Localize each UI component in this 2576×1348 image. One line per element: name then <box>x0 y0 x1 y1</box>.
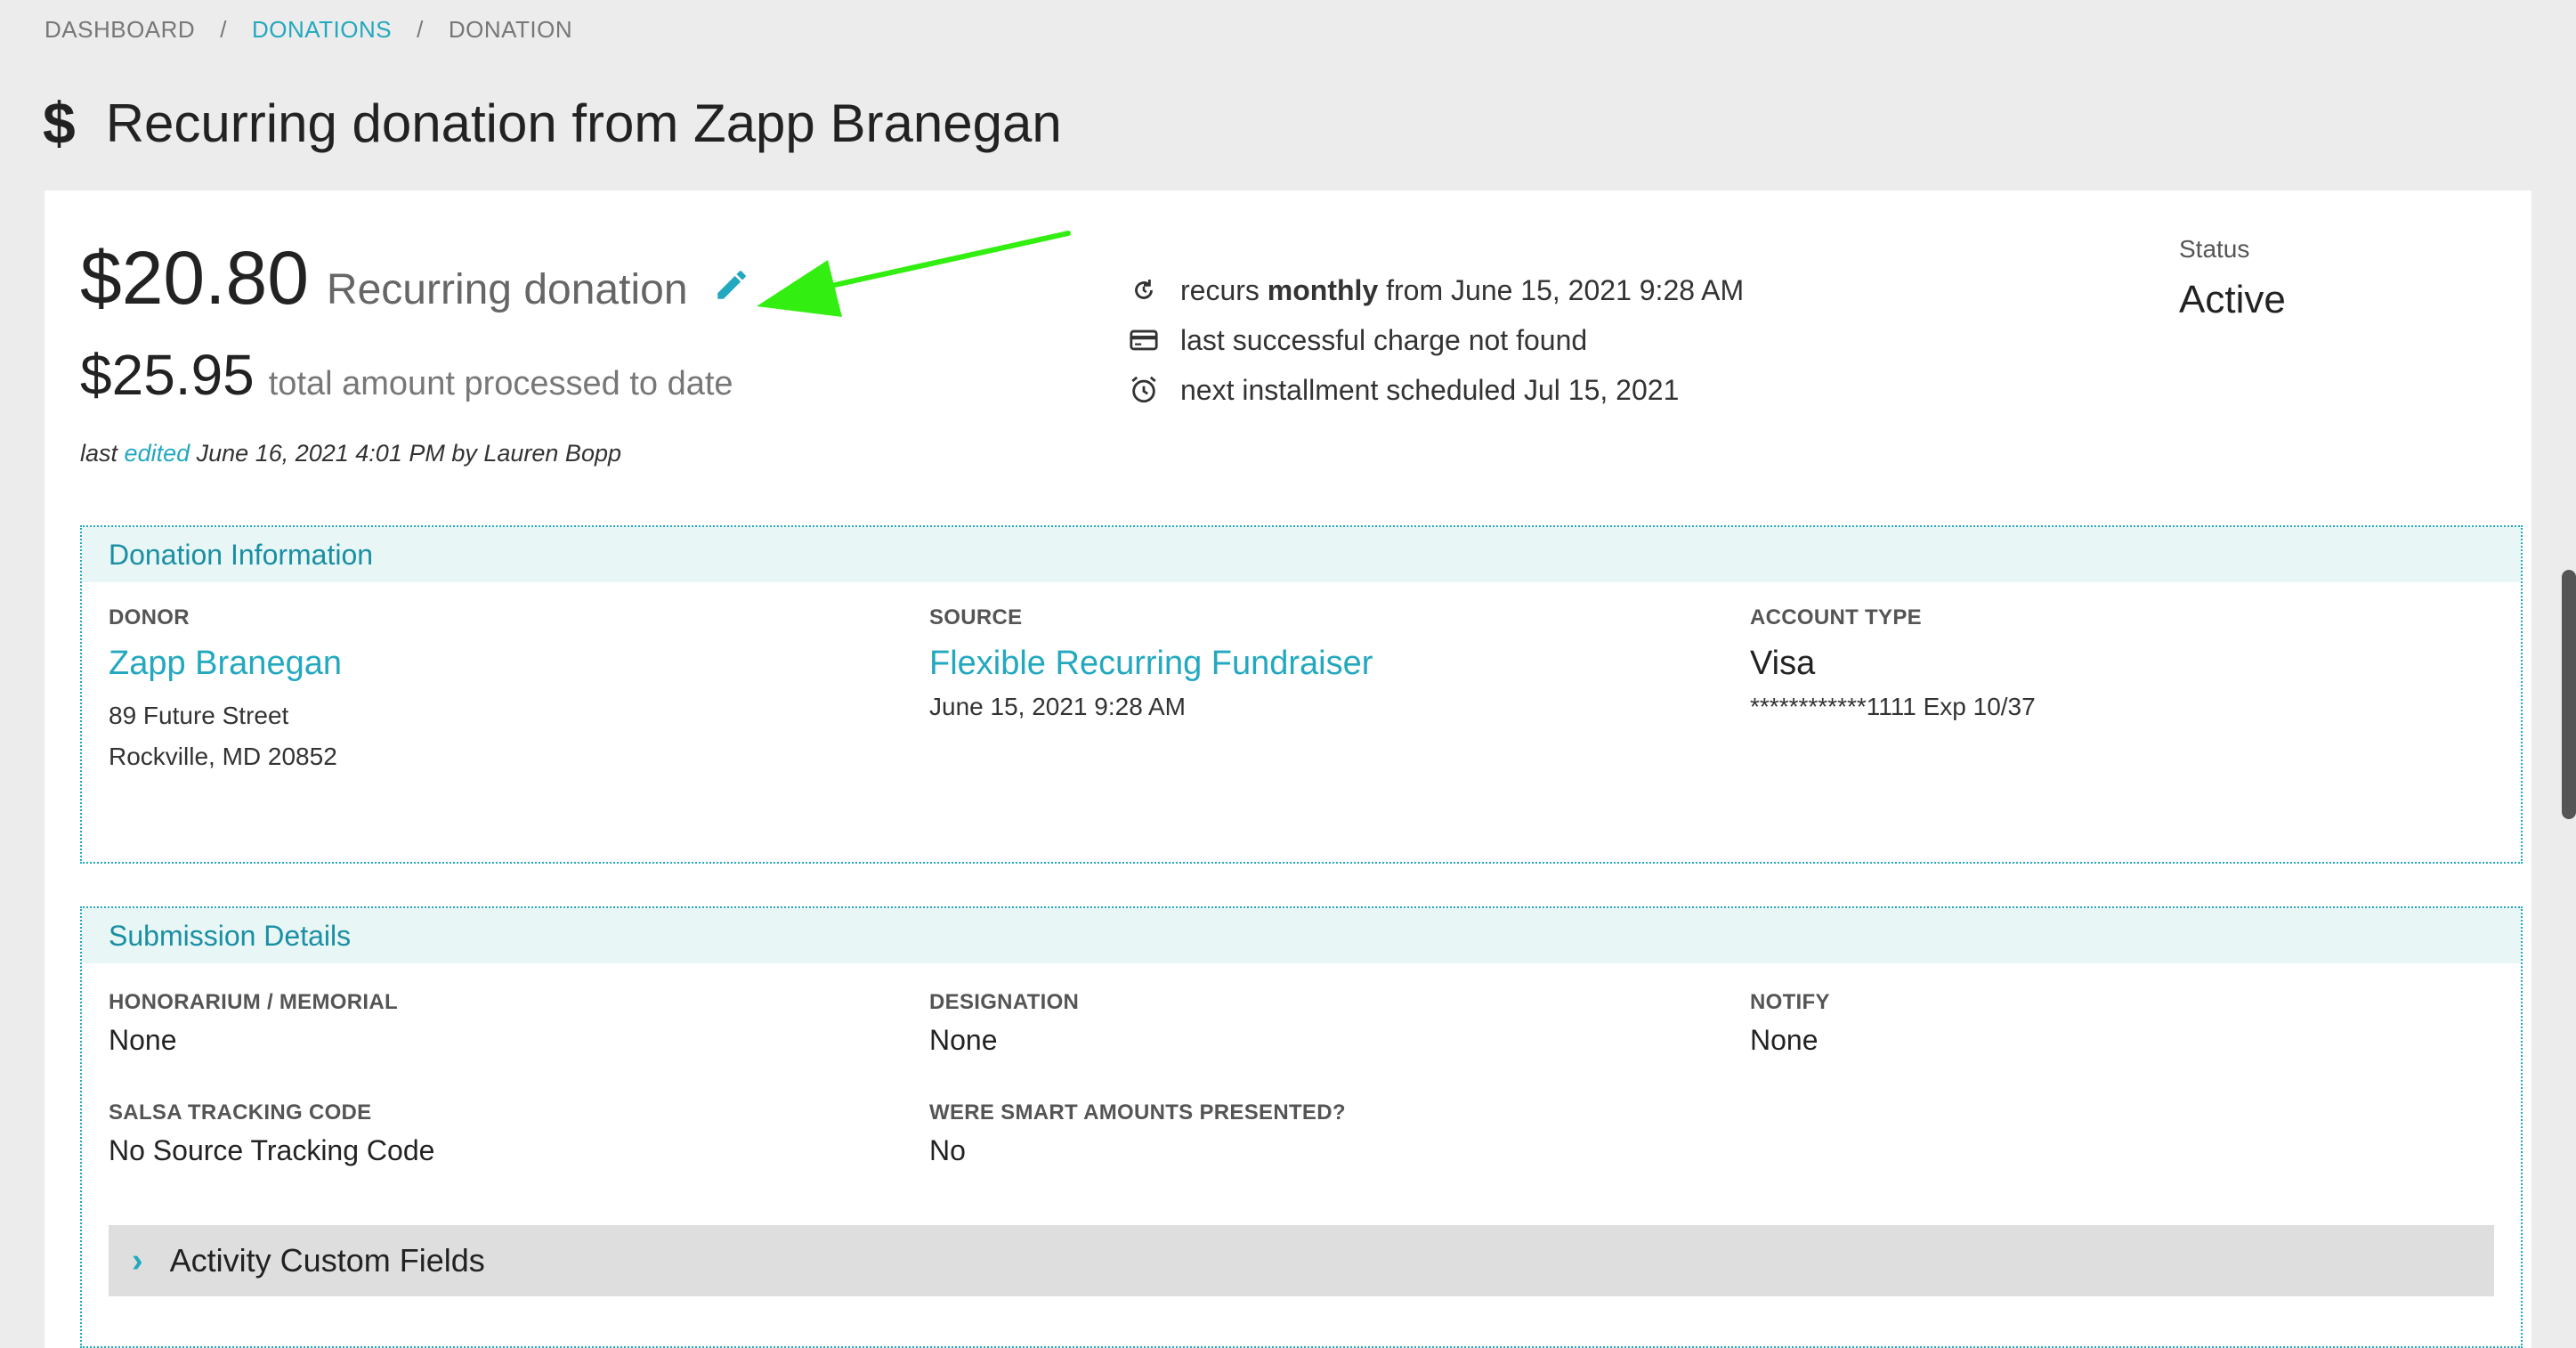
total-processed-amount: $25.95 <box>80 343 255 407</box>
designation-field: DESIGNATION None <box>929 990 1079 1057</box>
smart-amounts-field: WERE SMART AMOUNTS PRESENTED? No <box>929 1100 1346 1167</box>
honorarium-label: HONORARIUM / MEMORIAL <box>109 990 398 1014</box>
recurs-frequency: monthly <box>1267 273 1379 306</box>
alarm-clock-icon <box>1131 376 1156 403</box>
breadcrumb-dashboard[interactable]: DASHBOARD <box>45 16 195 43</box>
designation-label: DESIGNATION <box>929 990 1080 1014</box>
breadcrumb: DASHBOARD / DONATIONS / DONATION <box>45 16 572 44</box>
recurring-amount-row: $20.80 Recurring donation <box>80 235 750 321</box>
dollar-icon: $ <box>43 90 76 156</box>
notify-value: None <box>1750 1024 1819 1056</box>
donation-card: $20.80 Recurring donation $25.95 total a… <box>45 191 2531 1348</box>
chevron-right-icon: › <box>132 1241 143 1279</box>
tracking-code-field: SALSA TRACKING CODE No Source Tracking C… <box>109 1100 434 1167</box>
recurring-amount: $20.80 <box>80 236 309 320</box>
donor-field: DONOR Zapp Branegan 89 Future Street Roc… <box>109 605 342 777</box>
tracking-code-label: SALSA TRACKING CODE <box>109 1100 372 1125</box>
credit-card-icon <box>1130 329 1158 351</box>
status-block: Status Active <box>2179 235 2286 322</box>
smart-amounts-label: WERE SMART AMOUNTS PRESENTED? <box>929 1100 1346 1125</box>
recurs-prefix: recurs <box>1180 273 1260 306</box>
next-installment-row: next installment scheduled Jul 15, 2021 <box>1129 365 1744 415</box>
donor-address-line-1: 89 Future Street <box>109 702 289 729</box>
donor-address-line-2: Rockville, MD 20852 <box>109 743 337 770</box>
breadcrumb-separator: / <box>220 16 227 43</box>
last-edited-prefix: last <box>80 440 118 467</box>
breadcrumb-donation: DONATION <box>448 16 573 43</box>
total-processed-label: total amount processed to date <box>268 365 733 402</box>
notify-label: NOTIFY <box>1750 990 1830 1014</box>
recurs-start: from June 15, 2021 9:28 AM <box>1386 273 1745 306</box>
total-processed-row: $25.95 total amount processed to date <box>80 342 733 408</box>
account-type-value: Visa <box>1750 645 1816 682</box>
source-label: SOURCE <box>929 605 1023 629</box>
edited-history-link[interactable]: edited <box>125 440 190 467</box>
honorarium-value: None <box>109 1024 177 1056</box>
scrollbar-thumb[interactable] <box>2562 570 2576 819</box>
breadcrumb-donations-link[interactable]: DONATIONS <box>252 16 392 43</box>
notify-field: NOTIFY None <box>1750 990 1830 1057</box>
next-installment-text: next installment scheduled Jul 15, 2021 <box>1180 373 1680 406</box>
last-charge-row: last successful charge not found <box>1129 315 1744 365</box>
donor-address: 89 Future Street Rockville, MD 20852 <box>109 695 342 777</box>
status-value: Active <box>2179 278 2286 321</box>
activity-custom-fields-label: Activity Custom Fields <box>169 1242 485 1279</box>
donation-information-header: Donation Information <box>82 527 2521 582</box>
designation-value: None <box>929 1024 998 1056</box>
account-type-label: ACCOUNT TYPE <box>1750 605 1922 629</box>
smart-amounts-value: No <box>929 1134 966 1166</box>
donation-information-panel: Donation Information DONOR Zapp Branegan… <box>80 525 2523 864</box>
recurs-row: recurs monthly from June 15, 2021 9:28 A… <box>1129 265 1744 315</box>
breadcrumb-separator: / <box>417 16 424 43</box>
donor-name-link[interactable]: Zapp Branegan <box>109 645 342 683</box>
source-field: SOURCE Flexible Recurring Fundraiser Jun… <box>929 605 1373 727</box>
account-number: ************1111 Exp 10/37 <box>1750 693 2036 720</box>
recurrence-schedule: recurs monthly from June 15, 2021 9:28 A… <box>1129 265 1744 415</box>
account-type-field: ACCOUNT TYPE Visa ************1111 Exp 1… <box>1750 605 2036 727</box>
donor-label: DONOR <box>109 605 190 629</box>
honorarium-field: HONORARIUM / MEMORIAL None <box>109 990 398 1057</box>
last-edited-text: last edited June 16, 2021 4:01 PM by Lau… <box>80 440 621 467</box>
submission-details-header: Submission Details <box>82 908 2521 963</box>
last-charge-text: last successful charge not found <box>1180 323 1588 356</box>
green-arrow-icon <box>757 231 1071 317</box>
tracking-code-value: No Source Tracking Code <box>109 1134 435 1166</box>
activity-custom-fields-toggle[interactable]: › Activity Custom Fields <box>109 1225 2494 1296</box>
refresh-icon <box>1135 279 1153 299</box>
page-title: $ Recurring donation from Zapp Branegan <box>43 85 1062 160</box>
source-date: June 15, 2021 9:28 AM <box>929 693 1186 720</box>
page-title-text: Recurring donation from Zapp Branegan <box>105 93 1062 153</box>
source-name-link[interactable]: Flexible Recurring Fundraiser <box>929 645 1373 683</box>
recurring-amount-label: Recurring donation <box>326 266 688 313</box>
last-edited-detail: June 16, 2021 4:01 PM by Lauren Bopp <box>196 440 621 467</box>
status-label: Status <box>2179 235 2250 263</box>
submission-details-panel: Submission Details HONORARIUM / MEMORIAL… <box>80 906 2523 1348</box>
